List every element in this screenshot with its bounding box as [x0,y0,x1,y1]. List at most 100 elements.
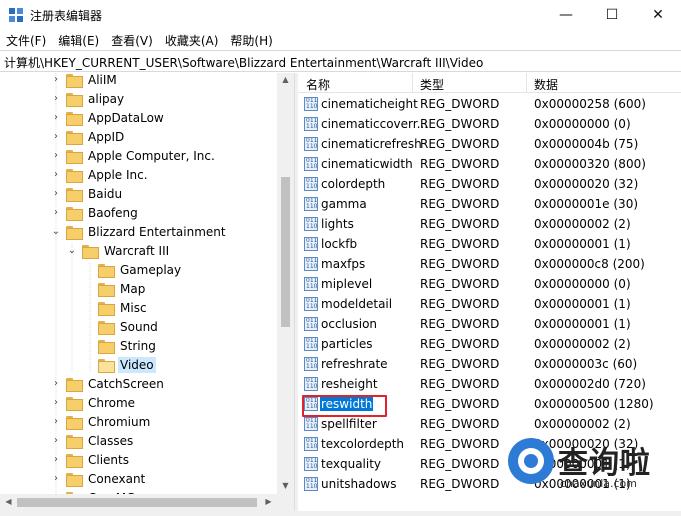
tree-item-label: Chrome [88,395,136,410]
scroll-right-icon[interactable]: ▶ [260,497,277,506]
value-type: REG_DWORD [420,477,500,491]
value-row[interactable]: 011 110 miplevel REG_DWORD 0x00000000 (0) [298,274,681,294]
value-data: 0x00000500 (1280) [534,397,654,411]
tree-item[interactable]: › Clients [50,450,131,469]
tree-item[interactable]: › alipay [50,89,126,108]
reg-dword-icon: 011 110 [304,177,318,191]
menu-file[interactable]: 文件(F) [6,30,54,50]
tree-scroll-thumb[interactable] [281,177,290,327]
close-button[interactable]: ✕ [635,0,681,30]
chevron-right-icon[interactable]: › [50,454,62,465]
chevron-right-icon[interactable]: › [50,112,62,123]
column-name-header[interactable]: 名称 [306,76,330,93]
chevron-right-icon[interactable]: › [50,93,62,104]
list-header: 名称 类型 数据 [298,73,681,93]
chevron-right-icon[interactable]: › [50,397,62,408]
tree-item[interactable]: Misc [82,298,149,317]
reg-dword-icon: 011 110 [304,137,318,151]
value-name: maxfps [321,257,366,271]
chevron-right-icon[interactable]: › [50,188,62,199]
menu-view[interactable]: 查看(V) [111,30,161,50]
tree-item[interactable]: › AppID [50,127,126,146]
tree-item[interactable]: › Apple Inc. [50,165,150,184]
tree-item[interactable]: ⌄ Blizzard Entertainment [50,222,228,241]
value-type: REG_DWORD [420,217,500,231]
chevron-down-icon[interactable]: ⌄ [50,226,62,237]
tree-item[interactable]: › Apple Computer, Inc. [50,146,217,165]
value-row[interactable]: 011 110 gamma REG_DWORD 0x0000001e (30) [298,194,681,214]
value-row[interactable]: 011 110 particles REG_DWORD 0x00000002 (2) [298,334,681,354]
value-data: 0x00000002 (2) [534,337,631,351]
value-row[interactable]: 011 110 colordepth REG_DWORD 0x00000020 (32) [298,174,681,194]
reg-dword-icon: 011 110 [304,117,318,131]
address-bar[interactable]: 计算机\HKEY_CURRENT_USER\Software\Blizzard … [0,50,681,72]
value-data: 0x00000320 (800) [534,157,646,171]
value-row[interactable]: 011 110 cinematiccoverr... REG_DWORD 0x00000… [298,114,681,134]
value-row[interactable]: 011 110 cinematicwidth REG_DWORD 0x00000320 … [298,154,681,174]
value-name: miplevel [321,277,373,291]
tree-item[interactable]: › Conexant [50,469,147,488]
menu-favorites[interactable]: 收藏夹(A) [165,30,227,50]
chevron-right-icon[interactable]: › [50,207,62,218]
tree-item[interactable]: Sound [82,317,160,336]
value-row[interactable]: 011 110 cinematicrefresh REG_DWORD 0x0000004… [298,134,681,154]
value-name: occlusion [321,317,378,331]
tree-item[interactable]: › Chromium [50,412,152,431]
tree-item-label: Apple Inc. [88,167,148,182]
tree-hscroll-thumb[interactable] [17,498,257,507]
reg-dword-icon: 011 110 [304,97,318,111]
reg-dword-icon: 011 110 [304,457,318,471]
tree-item[interactable]: › AliIM [50,73,119,89]
tree-item[interactable]: Map [82,279,147,298]
chevron-right-icon[interactable]: › [50,378,62,389]
value-row[interactable]: 011 110 cinematicheight REG_DWORD 0x00000258… [298,94,681,114]
chevron-right-icon[interactable]: › [50,416,62,427]
value-name: particles [321,337,373,351]
tree-item[interactable]: › Baidu [50,184,124,203]
menu-help[interactable]: 帮助(H) [230,30,280,50]
tree-vertical-scrollbar[interactable]: ▲ ▼ [277,73,294,494]
tree-item[interactable]: › Classes [50,431,135,450]
menu-edit[interactable]: 编辑(E) [58,30,107,50]
tree-item[interactable]: › CatchScreen [50,374,166,393]
folder-icon [66,377,83,392]
tree-item[interactable]: › Baofeng [50,203,140,222]
value-row[interactable]: 011 110 maxfps REG_DWORD 0x000000c8 (200) [298,254,681,274]
column-data-header[interactable]: 数据 [534,76,558,93]
value-row[interactable]: 011 110 modeldetail REG_DWORD 0x00000001 (1) [298,294,681,314]
chevron-down-icon[interactable]: ⌄ [66,245,78,256]
column-type-header[interactable]: 类型 [420,76,444,93]
column-separator[interactable] [526,73,527,93]
tree-item[interactable]: Video [82,355,156,374]
tree-item[interactable]: › Chrome [50,393,137,412]
value-row[interactable]: 011 110 spellfilter REG_DWORD 0x00000002 (2) [298,414,681,434]
tree-item[interactable]: Gameplay [82,260,183,279]
reg-dword-icon: 011 110 [304,377,318,391]
window-title: 注册表编辑器 [30,9,103,23]
scroll-left-icon[interactable]: ◀ [0,497,17,506]
value-row[interactable]: 011 110 refreshrate REG_DWORD 0x0000003c (60… [298,354,681,374]
value-row[interactable]: 011 110 lockfb REG_DWORD 0x00000001 (1) [298,234,681,254]
chevron-right-icon[interactable]: › [50,74,62,85]
value-row[interactable]: 011 110 lights REG_DWORD 0x00000002 (2) [298,214,681,234]
chevron-right-icon[interactable]: › [50,169,62,180]
tree-item[interactable]: › AppDataLow [50,108,166,127]
value-row[interactable]: 011 110 resheight REG_DWORD 0x000002d0 (720) [298,374,681,394]
chevron-right-icon[interactable]: › [50,150,62,161]
scroll-up-icon[interactable]: ▲ [277,75,294,84]
folder-icon [98,358,115,373]
value-type: REG_DWORD [420,377,500,391]
chevron-right-icon[interactable]: › [50,473,62,484]
tree-horizontal-scrollbar[interactable]: ◀ ▶ [0,494,294,511]
chevron-right-icon[interactable]: › [50,435,62,446]
minimize-button[interactable]: — [543,0,589,30]
tree-item[interactable]: ⌄ Warcraft III [66,241,171,260]
column-separator[interactable] [412,73,413,93]
chevron-right-icon[interactable]: › [50,131,62,142]
tree-item[interactable]: String [82,336,158,355]
value-row[interactable]: 011 110 occlusion REG_DWORD 0x00000001 (1) [298,314,681,334]
reg-dword-icon: 011 110 [304,257,318,271]
maximize-button[interactable]: ☐ [589,0,635,30]
tree-item-label: Clients [88,452,129,467]
scroll-down-icon[interactable]: ▼ [277,481,294,490]
